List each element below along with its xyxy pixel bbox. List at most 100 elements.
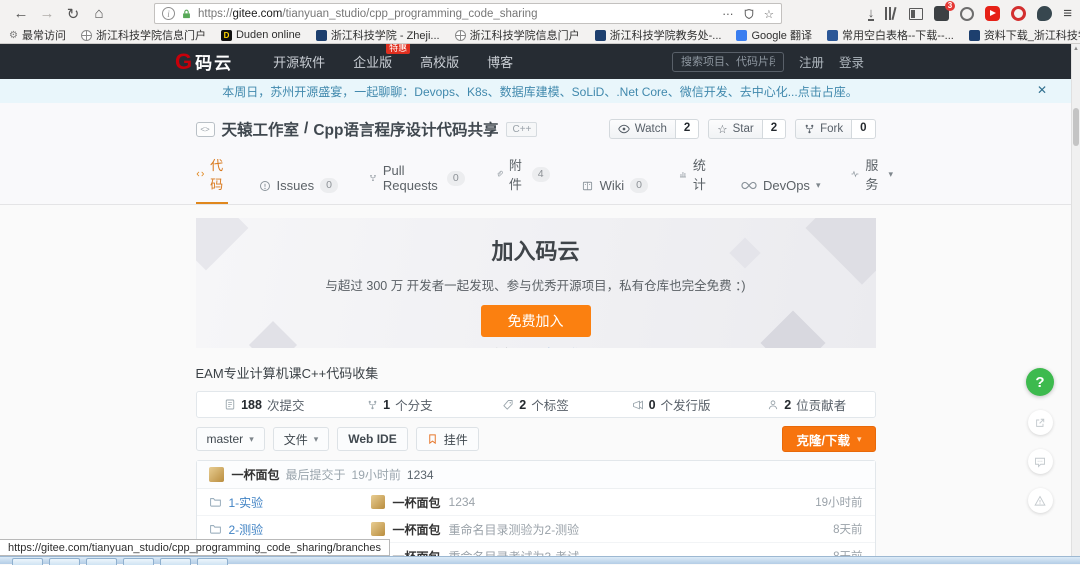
watch-count[interactable]: 2 [676,119,699,139]
bookmark-item[interactable]: Google 翻译 [736,27,812,43]
widget-button[interactable]: 挂件 [416,427,479,451]
extension-badge: 3 [945,1,955,11]
announcement-text[interactable]: 本周日，苏州开源盛宴，一起聊聊：Devops、K8s、数据库建模、SoLiD、.… [222,83,857,100]
tab-issues[interactable]: Issues0 [259,178,338,204]
star-label: Star [733,123,754,135]
bookmark-item[interactable]: 浙江科技学院信息门户 [455,27,580,43]
row-commit-message[interactable]: 重命名目录测验为2-测验 [449,521,580,538]
tab-pull-requests[interactable]: Pull Requests0 [369,163,465,204]
avatar[interactable] [371,522,385,536]
forward-button[interactable]: → [34,3,60,25]
row-author[interactable]: 一杯面包 [393,521,441,538]
star-button[interactable]: ☆Star 2 [708,119,786,139]
tag-icon [502,399,514,411]
repo-name[interactable]: Cpp语言程序设计代码共享 [313,118,498,140]
nav-education[interactable]: 高校版 [420,52,459,71]
url-text[interactable]: https://gitee.com/tianyuan_studio/cpp_pr… [198,8,716,20]
sidebar-button[interactable] [909,8,923,20]
watch-button[interactable]: Watch 2 [609,119,700,139]
star-count[interactable]: 2 [763,119,786,139]
bookmark-most-visited[interactable]: ⚙最常访问 [9,27,66,43]
bookmark-label: 浙江科技学院信息门户 [470,27,580,43]
url-bar[interactable]: i https://gitee.com/tianyuan_studio/cpp_… [154,3,782,24]
stat-contributors[interactable]: 2位贡献者 [739,395,875,414]
row-author[interactable]: 一杯面包 [393,548,441,557]
paperclip-icon [496,168,503,180]
pocket-shield-icon[interactable] [743,8,755,20]
bookmark-item[interactable]: DDuden online [221,29,301,41]
stat-releases[interactable]: 0个发行版 [603,395,739,414]
share-button[interactable] [1028,410,1053,435]
nav-blog[interactable]: 博客 [487,52,513,71]
bookmark-item[interactable]: 常用空白表格--下载--... [827,27,954,43]
extension-paw-icon[interactable] [1037,6,1052,21]
clone-download-label: 克隆/下载 [796,430,849,449]
tab-statistics[interactable]: 统计 [679,155,710,204]
extension-o-icon[interactable] [1011,6,1026,21]
bookmark-item[interactable]: 浙江科技学院教务处-... [595,27,722,43]
bookmark-star-icon[interactable]: ☆ [764,7,774,21]
row-author[interactable]: 一杯面包 [393,494,441,511]
stat-tags[interactable]: 2个标签 [468,395,604,414]
file-link[interactable]: 1-实验 [229,494,264,511]
page-scrollbar[interactable]: ▲ [1071,44,1080,556]
reload-button[interactable]: ↻ [60,3,86,25]
library-button[interactable] [885,7,898,20]
bookmark-item[interactable]: 浙江科技学院信息门户 [81,27,206,43]
gitee-logo[interactable]: G 码云 [175,49,233,74]
row-commit-message[interactable]: 1234 [449,495,476,509]
announcement-banner[interactable]: 本周日，苏州开源盛宴，一起聊聊：Devops、K8s、数据库建模、SoLiD、.… [0,79,1080,103]
join-free-button[interactable]: 免费加入 [481,305,591,337]
login-link[interactable]: 登录 [839,52,864,71]
feedback-button[interactable] [1028,449,1053,474]
tab-attachments[interactable]: 附件4 [496,155,550,204]
file-link[interactable]: 2-测验 [229,521,264,538]
stat-branches[interactable]: 1个分支 [332,395,468,414]
login-now-link[interactable]: 立即登录 [543,347,591,348]
register-link[interactable]: 注册 [799,52,824,71]
nav-open-source[interactable]: 开源软件 [273,52,325,71]
extension-ring-icon[interactable] [960,7,974,21]
home-button[interactable]: ⌂ [86,3,112,25]
clone-download-button[interactable]: 克隆/下载▾ [782,426,875,452]
extension-notes-icon[interactable]: 3 [934,6,949,21]
commit-time: 19小时前 [352,466,401,483]
nav-enterprise[interactable]: 企业版特惠 [353,52,392,71]
tab-wiki[interactable]: Wiki0 [581,178,648,204]
files-menu-button[interactable]: 文件▾ [273,427,330,451]
commit-message[interactable]: 1234 [407,468,434,482]
web-ide-button[interactable]: Web IDE [337,427,407,451]
table-row[interactable]: 1-实验 一杯面包1234 19小时前 [197,489,875,516]
avatar[interactable] [209,467,224,482]
fork-count[interactable]: 0 [852,119,875,139]
extension-video-icon[interactable] [985,6,1000,21]
search-input[interactable] [672,52,784,72]
fork-button[interactable]: Fork 0 [795,119,875,139]
avatar[interactable] [371,495,385,509]
branch-selector[interactable]: master▾ [196,427,265,451]
scroll-up-arrow[interactable]: ▲ [1072,44,1080,54]
windows-taskbar[interactable] [0,556,1080,564]
repo-owner[interactable]: 天辕工作室 [222,118,300,140]
menu-button[interactable]: ≡ [1063,5,1072,22]
bookmark-item[interactable]: 浙江科技学院 - Zheji... [316,27,440,43]
scrollbar-thumb[interactable] [1073,108,1079,146]
back-button[interactable]: ← [8,3,34,25]
stat-label: 个发行版 [661,395,711,414]
row-commit-message[interactable]: 重命名目录考试为3-考试 [449,548,580,557]
globe-favicon [81,30,92,41]
tab-services[interactable]: 服务▾ [851,155,893,204]
downloads-button[interactable]: ↓ [868,7,875,21]
close-icon[interactable]: ✕ [1037,83,1047,97]
tab-code[interactable]: 代码 [196,155,228,204]
tab-label: Issues [277,178,315,193]
report-button[interactable] [1028,488,1053,513]
help-button[interactable]: ? [1026,368,1054,396]
tab-label: 服务 [865,155,882,193]
site-info-icon[interactable]: i [162,7,175,20]
tab-devops[interactable]: DevOps▾ [741,178,821,204]
bookmark-item[interactable]: 资料下载_浙江科技学... [969,27,1080,43]
page-actions-icon[interactable]: ⋯ [722,7,734,21]
stat-commits[interactable]: 188次提交 [197,395,333,414]
commit-author[interactable]: 一杯面包 [232,466,280,483]
